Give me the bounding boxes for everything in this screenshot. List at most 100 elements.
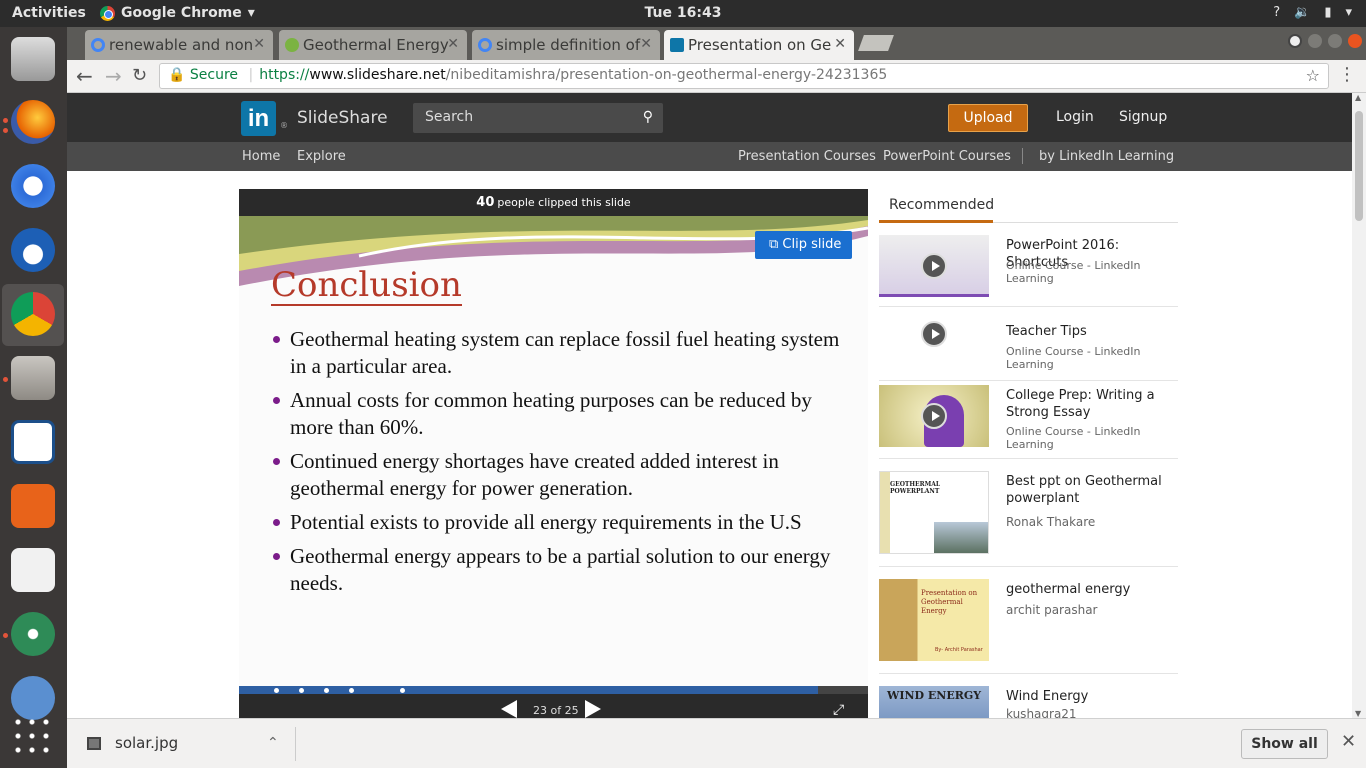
reload-button[interactable]: ↻ <box>132 65 147 86</box>
slide-canvas[interactable]: ⧉ Clip slide Conclusion Geothermal heati… <box>239 216 868 686</box>
show-all-button[interactable]: Show all <box>1241 729 1328 759</box>
close-icon[interactable]: ✕ <box>1341 731 1356 752</box>
recommended-author[interactable]: kushagra21 <box>1006 707 1077 718</box>
maximize-button[interactable] <box>1328 34 1342 48</box>
help-icon: ? <box>1273 5 1281 20</box>
nav-home[interactable]: Home <box>242 149 280 164</box>
back-button[interactable]: ← <box>76 64 93 88</box>
bookmark-star-icon[interactable]: ☆ <box>1306 66 1320 85</box>
login-link[interactable]: Login <box>1056 109 1094 125</box>
url-path: /nibeditamishra/presentation-on-geotherm… <box>445 67 888 83</box>
clip-icon: ⧉ <box>769 237 783 252</box>
running-indicator <box>3 128 8 133</box>
tab-renewable[interactable]: renewable and non ✕ <box>85 30 273 60</box>
menu-icon[interactable]: ⋮ <box>1338 64 1356 85</box>
linkedin-logo[interactable]: in <box>241 101 276 136</box>
bullet-item: Annual costs for common heating purposes… <box>271 387 841 441</box>
files-icon[interactable] <box>11 356 55 400</box>
address-bar[interactable]: 🔒 Secure | https://www.slideshare.net/nib… <box>159 63 1329 89</box>
course-thumbnail[interactable] <box>879 311 989 373</box>
progress-marker[interactable] <box>274 688 279 693</box>
activities-button[interactable]: Activities <box>12 5 86 21</box>
google-icon <box>478 38 492 52</box>
recommended-item[interactable]: Presentation on Geothermal Energy By- Arc… <box>879 579 1178 674</box>
slide-progress-bar[interactable] <box>239 686 868 694</box>
recommended-item[interactable]: GEOTHERMAL POWERPLANT Best ppt on Geothe… <box>879 471 1178 567</box>
thunderbird-icon[interactable] <box>11 228 55 272</box>
close-icon[interactable]: ✕ <box>447 36 459 52</box>
scroll-up-icon[interactable]: ▲ <box>1355 93 1361 102</box>
recommended-item[interactable]: PowerPoint 2016: Shortcuts Online Course… <box>879 235 1178 307</box>
nav-explore[interactable]: Explore <box>297 149 346 164</box>
progress-marker[interactable] <box>400 688 405 693</box>
amazon-icon[interactable] <box>11 548 55 592</box>
tab-presentation[interactable]: Presentation on Ge ✕ <box>664 30 854 60</box>
recommended-author[interactable]: Ronak Thakare <box>1006 515 1095 529</box>
play-icon <box>921 403 947 429</box>
system-tray[interactable]: ? 🔉 ▮ ▾ <box>1273 5 1352 20</box>
minimize-button[interactable] <box>1308 34 1322 48</box>
recommended-item[interactable]: College Prep: Writing a Strong Essay Onl… <box>879 385 1178 459</box>
recommended-author[interactable]: archit parashar <box>1006 603 1097 617</box>
chevron-up-icon[interactable]: ⌃ <box>267 735 279 751</box>
close-icon[interactable]: ✕ <box>253 36 265 52</box>
slide-thumbnail[interactable]: WIND ENERGY <box>879 686 989 718</box>
clip-text: people clipped this slide <box>497 196 631 209</box>
vertical-scrollbar[interactable]: ▲ ▼ <box>1352 93 1366 718</box>
scroll-down-icon[interactable]: ▼ <box>1355 709 1361 718</box>
search-input[interactable]: Search ⚲ <box>413 103 663 133</box>
recommended-heading[interactable]: Recommended <box>879 189 1178 223</box>
next-slide-button[interactable] <box>585 700 601 718</box>
profile-icon[interactable] <box>1288 34 1302 48</box>
speaker-app-icon[interactable] <box>11 37 55 81</box>
nav-presentation-courses[interactable]: Presentation Courses <box>738 149 876 164</box>
brand-name[interactable]: SlideShare <box>297 108 388 128</box>
close-icon[interactable]: ✕ <box>834 36 846 52</box>
scrollbar-thumb[interactable] <box>1355 111 1363 221</box>
dock <box>0 27 67 768</box>
recommended-title[interactable]: Best ppt on Geothermal powerplant <box>1006 473 1176 507</box>
clip-slide-button[interactable]: ⧉ Clip slide <box>755 231 852 259</box>
tab-label: renewable and non <box>109 36 254 54</box>
progress-marker[interactable] <box>349 688 354 693</box>
nav-linkedin-learning[interactable]: by LinkedIn Learning <box>1039 149 1174 164</box>
help-icon[interactable] <box>11 676 55 720</box>
firefox-icon[interactable] <box>11 100 55 144</box>
app-name: Google Chrome <box>121 5 242 21</box>
recommended-title[interactable]: College Prep: Writing a Strong Essay <box>1006 387 1176 421</box>
progress-marker[interactable] <box>299 688 304 693</box>
course-thumbnail[interactable] <box>879 235 989 297</box>
search-icon[interactable]: ⚲ <box>643 109 653 125</box>
writer-icon[interactable] <box>11 420 55 464</box>
upload-button[interactable]: Upload <box>948 104 1028 132</box>
recommended-title[interactable]: Wind Energy <box>1006 688 1176 705</box>
chrome-icon[interactable] <box>11 292 55 336</box>
progress-marker[interactable] <box>324 688 329 693</box>
chrome-icon <box>100 5 115 21</box>
previous-slide-button[interactable] <box>501 700 517 718</box>
recommended-title[interactable]: Teacher Tips <box>1006 323 1176 340</box>
close-window-button[interactable] <box>1348 34 1362 48</box>
apps-grid-icon[interactable] <box>11 715 55 759</box>
nav-powerpoint-courses[interactable]: PowerPoint Courses <box>883 149 1011 164</box>
slide-thumbnail[interactable]: GEOTHERMAL POWERPLANT <box>879 471 989 554</box>
close-icon[interactable]: ✕ <box>640 36 652 52</box>
atom-icon[interactable] <box>11 612 55 656</box>
forward-button[interactable]: → <box>105 64 122 88</box>
signup-link[interactable]: Signup <box>1119 109 1167 125</box>
recommended-title[interactable]: geothermal energy <box>1006 581 1176 598</box>
recommended-item[interactable]: Teacher Tips Online Course - LinkedIn Le… <box>879 311 1178 381</box>
course-thumbnail[interactable] <box>879 385 989 447</box>
tab-simple-definition[interactable]: simple definition of ✕ <box>472 30 660 60</box>
web-page: in ® SlideShare Search ⚲ Upload Login Sig… <box>67 93 1352 718</box>
recommended-item[interactable]: WIND ENERGY Wind Energy kushagra21 <box>879 686 1178 718</box>
app-menu[interactable]: Google Chrome ▾ <box>100 5 255 21</box>
software-center-icon[interactable] <box>11 484 55 528</box>
chromium-icon[interactable] <box>11 164 55 208</box>
slide-bullets: Geothermal heating system can replace fo… <box>271 326 841 604</box>
tab-geothermal[interactable]: Geothermal Energy ✕ <box>279 30 467 60</box>
slide-thumbnail[interactable]: Presentation on Geothermal Energy By- Arc… <box>879 579 989 661</box>
fullscreen-icon[interactable]: ⤢ <box>833 702 844 718</box>
new-tab-button[interactable] <box>858 35 894 51</box>
download-item[interactable]: solar.jpg <box>87 734 178 752</box>
